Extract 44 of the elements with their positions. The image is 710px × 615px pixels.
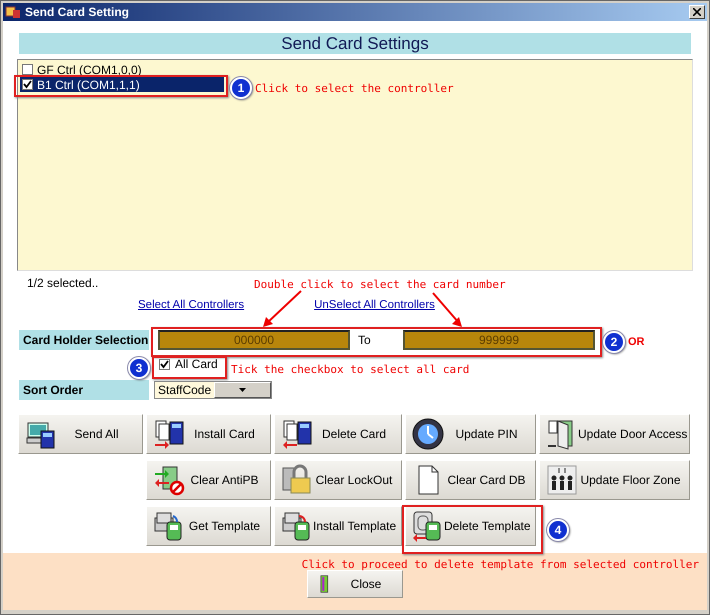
app-icon: [5, 5, 21, 19]
tool-button[interactable]: Update Floor Zone: [539, 460, 690, 500]
no-entry-icon: [153, 464, 185, 496]
number-badge: 4: [547, 519, 569, 541]
window-title: Send Card Setting: [25, 5, 130, 19]
clock-icon: [412, 418, 444, 450]
number-badge: 1: [230, 77, 252, 99]
keypad-icon: [281, 418, 313, 450]
annotation-text: Click to proceed to delete template from selected controller: [302, 558, 699, 571]
annotation-text: Click to select the controller: [255, 82, 454, 95]
checkbox[interactable]: [22, 64, 33, 75]
tool-button[interactable]: Delete Card: [274, 414, 402, 454]
padlock-icon: [281, 464, 313, 496]
arrow: [263, 290, 302, 327]
tool-button[interactable]: Install Template: [274, 506, 402, 546]
range-label: To: [357, 333, 372, 347]
tool-button[interactable]: Send All: [18, 414, 143, 454]
tool-button[interactable]: Update PIN: [405, 414, 536, 454]
checkbox-label[interactable]: All Card: [175, 357, 218, 371]
people-icon: [546, 464, 578, 496]
tool-button[interactable]: Clear LockOut: [274, 460, 402, 500]
sort-dropdown[interactable]: StaffCode: [154, 381, 272, 399]
link[interactable]: UnSelect All Controllers: [314, 299, 435, 311]
annotation-text: Tick the checkbox to select all card: [231, 363, 470, 376]
tool-button[interactable]: Install Card: [146, 414, 271, 454]
field-label: Card Holder Selection: [19, 330, 149, 350]
annotation-text: OR: [628, 336, 644, 348]
number-badge: 2: [603, 331, 625, 353]
number-badge: 3: [128, 357, 150, 379]
tool-button[interactable]: Update Door Access: [539, 414, 690, 454]
annotation-text: Double click to select the card number: [254, 278, 506, 291]
tool-button[interactable]: Clear AntiPB: [146, 460, 271, 500]
list-item[interactable]: B1 Ctrl (COM1,1,1): [20, 77, 224, 92]
tool-button[interactable]: Clear Card DB: [405, 460, 536, 500]
section-heading: Send Card Settings: [19, 33, 691, 54]
close-icon[interactable]: [689, 5, 705, 19]
link[interactable]: Select All Controllers: [138, 299, 244, 311]
field-label: Sort Order: [19, 380, 149, 400]
tool-button[interactable]: Delete Template: [405, 506, 536, 546]
keypad-icon: [153, 418, 185, 450]
tool-button[interactable]: Get Template: [146, 506, 271, 546]
close-button[interactable]: Close: [307, 570, 403, 598]
list-item[interactable]: GF Ctrl (COM1,0,0): [20, 62, 224, 77]
selection-count: 1/2 selected..: [27, 276, 98, 292]
